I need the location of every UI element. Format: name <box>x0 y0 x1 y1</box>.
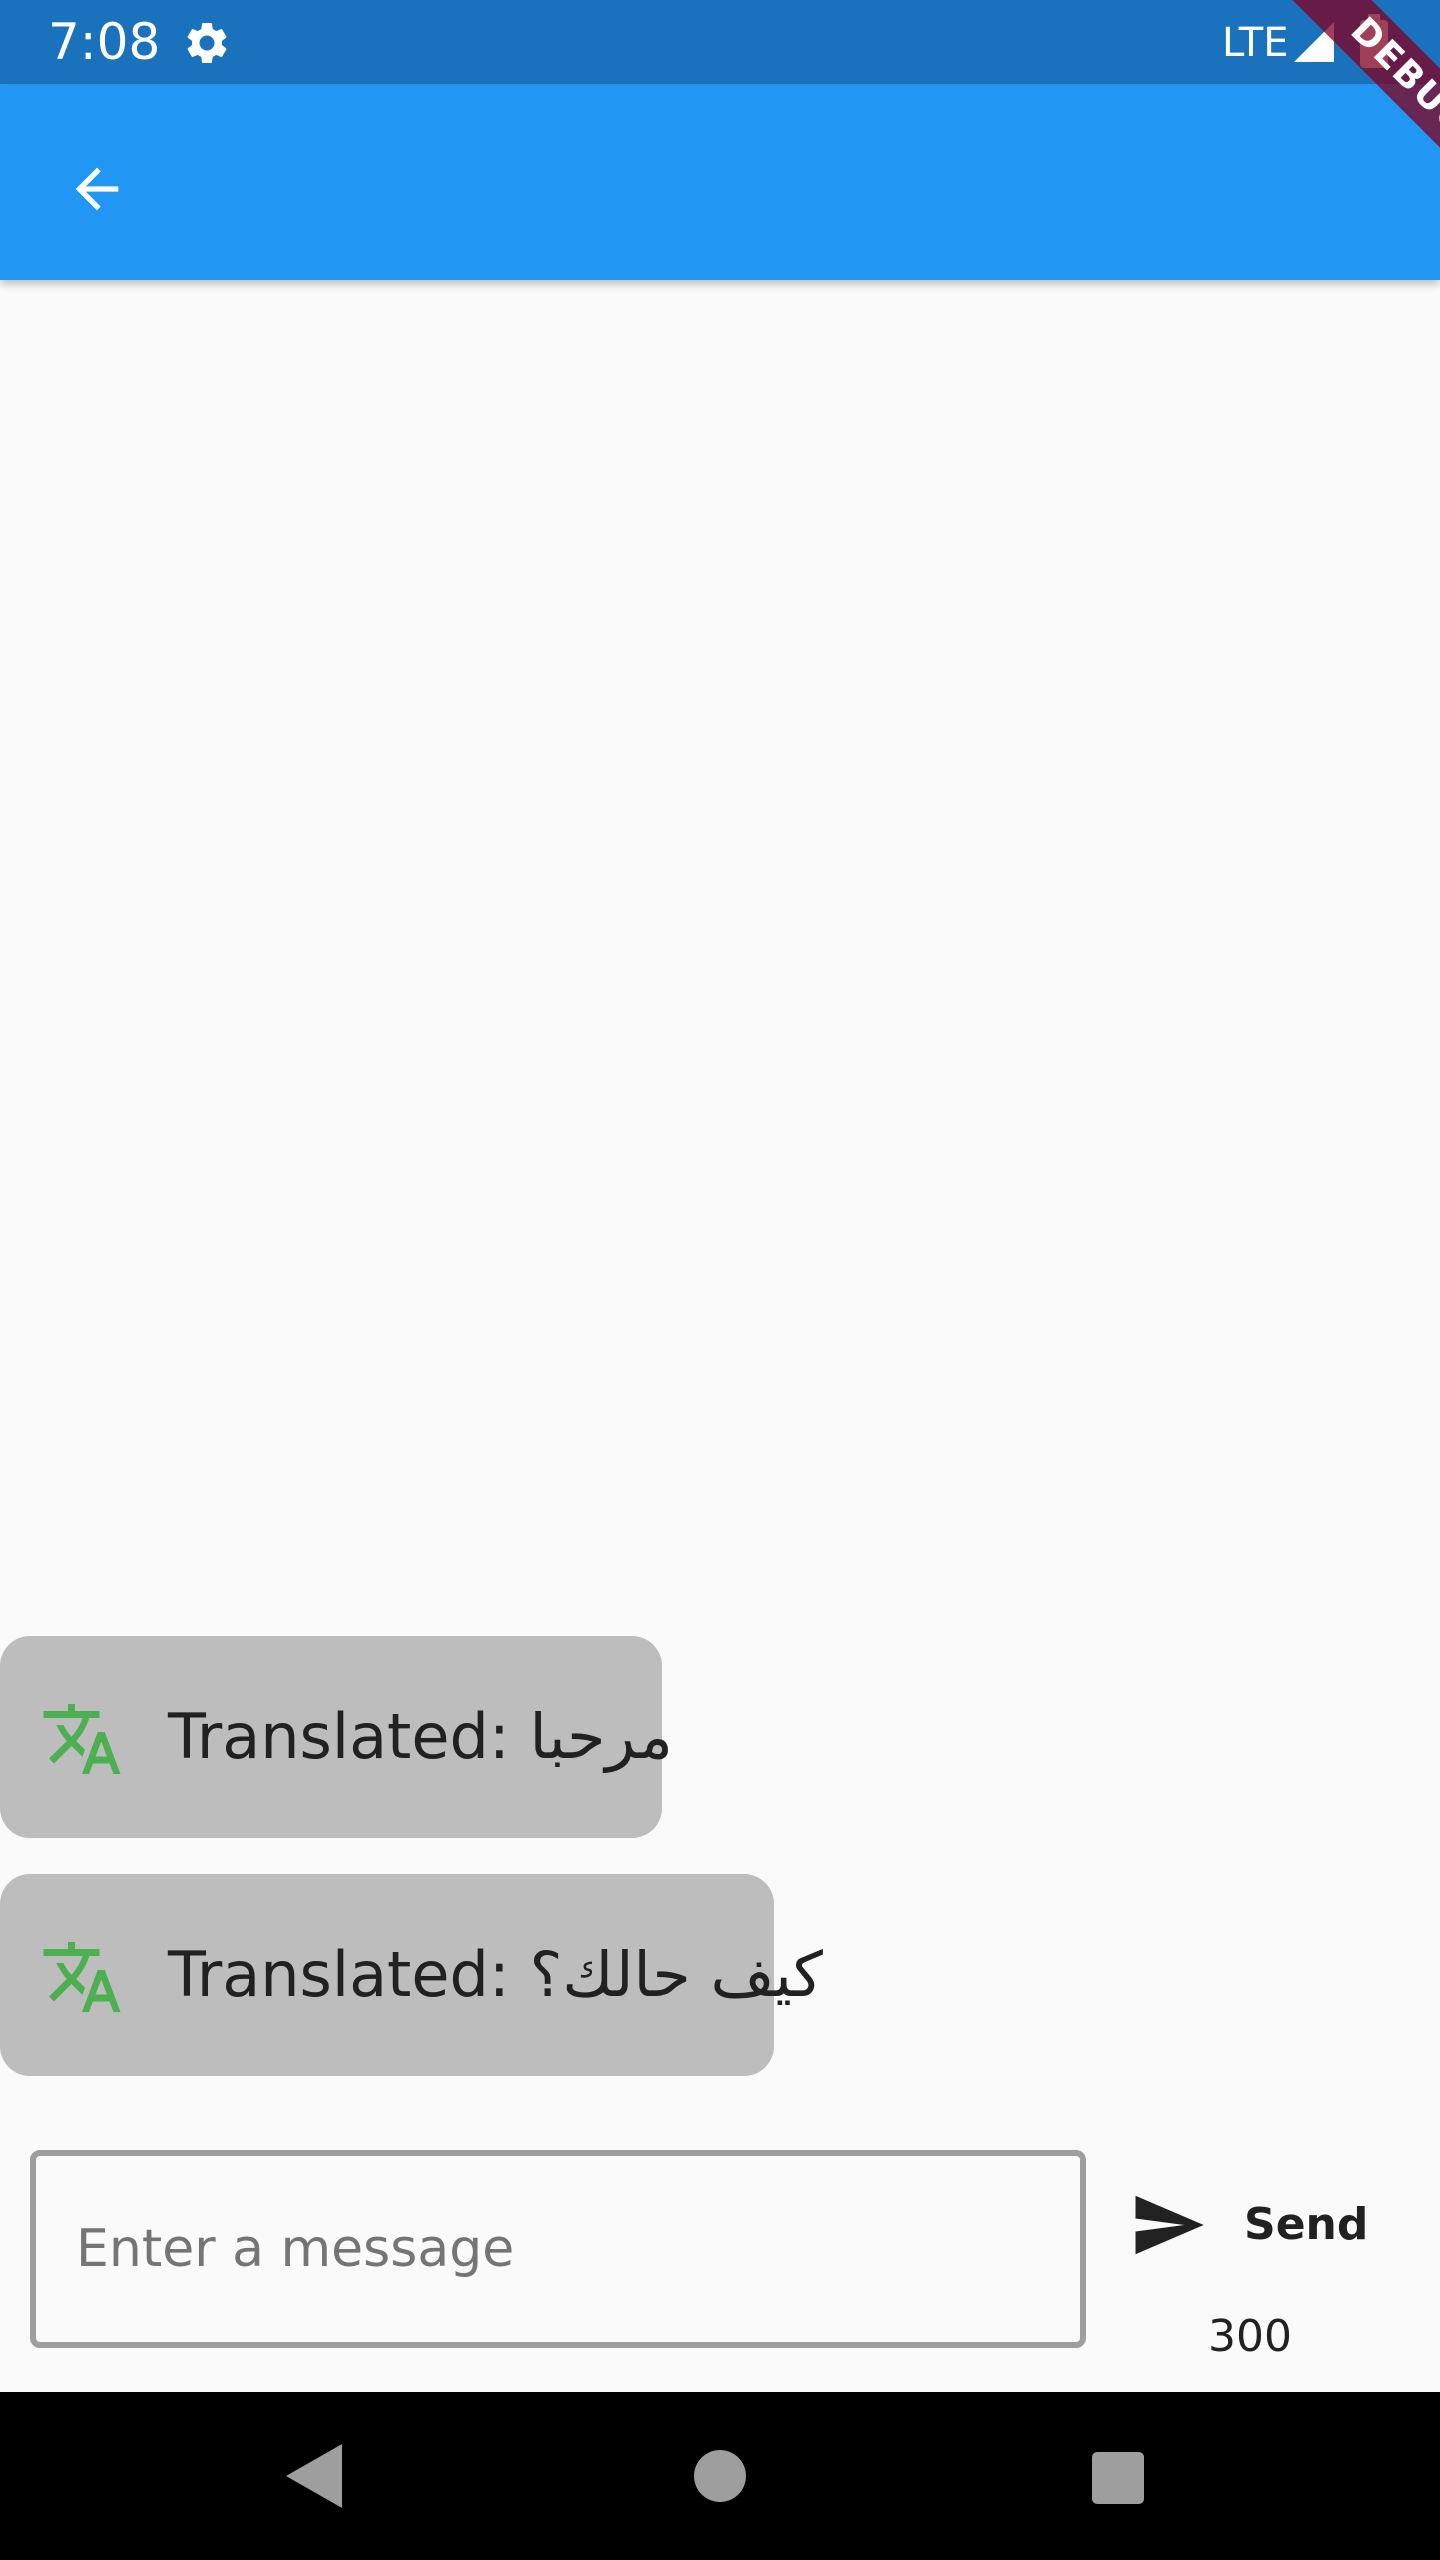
nav-home-icon[interactable] <box>694 2450 746 2502</box>
send-button-label: Send <box>1244 2199 1369 2250</box>
network-type-label: LTE <box>1222 20 1289 66</box>
signal-icon <box>1294 22 1334 62</box>
app-bar <box>0 84 1440 280</box>
translate-icon <box>43 1942 121 2012</box>
message-bubble: Translated: كيف حالك؟ <box>0 1874 823 2076</box>
status-bar: 7:08 LTE <box>0 0 1440 84</box>
gear-icon <box>187 22 227 63</box>
send-icon <box>1135 2195 1204 2255</box>
message-input-placeholder: Enter a message <box>76 2219 515 2279</box>
nav-back-icon[interactable] <box>286 2444 346 2508</box>
send-button[interactable]: Send <box>1128 2180 1368 2270</box>
character-counter: 300 <box>1208 2311 1292 2362</box>
message-input[interactable]: Enter a message <box>30 2150 1086 2348</box>
system-nav-bar <box>0 2392 1440 2560</box>
back-button[interactable] <box>52 144 142 234</box>
translate-icon <box>43 1704 121 1774</box>
nav-recents-icon[interactable] <box>1092 2452 1144 2504</box>
battery-icon <box>1360 14 1388 68</box>
message-text: Translated: كيف حالك؟ <box>168 1938 823 2011</box>
message-text: Translated: مرحبا <box>168 1700 673 1773</box>
arrow-back-icon <box>75 167 119 211</box>
message-bubble: Translated: مرحبا <box>0 1636 673 1838</box>
status-time: 7:08 <box>48 13 161 71</box>
